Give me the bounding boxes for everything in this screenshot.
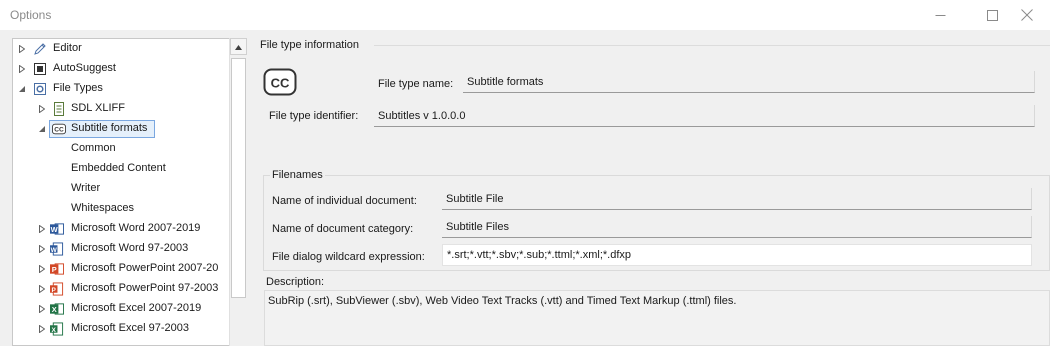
- tree-item-label: Embedded Content: [71, 162, 166, 174]
- powerpoint-icon: P: [50, 262, 64, 276]
- tree-item-excel-97[interactable]: X Microsoft Excel 97-2003: [13, 319, 231, 339]
- tree-item-label: SDL XLIFF: [71, 102, 125, 114]
- expand-caret-icon[interactable]: [37, 304, 47, 314]
- filenames-title: Filenames: [270, 169, 325, 181]
- expand-caret-icon[interactable]: [17, 44, 27, 54]
- field-value: Subtitles v 1.0.0.0: [378, 109, 466, 122]
- maximize-icon: [986, 9, 998, 21]
- tree-item-label: Whitespaces: [71, 202, 134, 214]
- tree-item-label: AutoSuggest: [53, 62, 116, 74]
- minimize-icon: [935, 10, 946, 21]
- close-icon: [1021, 9, 1033, 21]
- field-value: Subtitle formats: [467, 75, 544, 88]
- expand-caret-icon[interactable]: [37, 264, 47, 274]
- svg-text:CC: CC: [54, 127, 64, 134]
- autosuggest-icon: [33, 62, 47, 76]
- file-type-info-title: File type information: [260, 39, 360, 51]
- collapse-caret-icon[interactable]: [37, 124, 47, 134]
- category-name-field[interactable]: Subtitle Files: [442, 216, 1032, 238]
- svg-text:X: X: [52, 305, 57, 314]
- title-bar: Options: [0, 0, 1050, 30]
- expand-caret-icon[interactable]: [37, 244, 47, 254]
- tree-item-label: Editor: [53, 42, 82, 54]
- excel-icon: X: [50, 302, 64, 316]
- file-type-name-label: File type name:: [378, 78, 454, 90]
- tree-item-word-97[interactable]: W Microsoft Word 97-2003: [13, 239, 231, 259]
- section-divider: [374, 45, 1050, 46]
- scroll-thumb[interactable]: [231, 58, 246, 298]
- wildcard-field[interactable]: *.srt;*.vtt;*.sbv;*.sub;*.ttml;*.xml;*.d…: [442, 244, 1032, 266]
- svg-text:P: P: [52, 287, 57, 294]
- powerpoint-legacy-icon: P: [50, 282, 64, 296]
- file-type-identifier-label: File type identifier:: [269, 110, 359, 122]
- word-icon: W: [50, 222, 64, 236]
- pencil-icon: [33, 42, 47, 56]
- expand-caret-icon[interactable]: [37, 224, 47, 234]
- tree-item-label: Microsoft Excel 2007-2019: [71, 302, 202, 314]
- tree-item-label: Writer: [71, 182, 101, 194]
- svg-text:W: W: [51, 247, 58, 254]
- file-type-identifier-field[interactable]: Subtitles v 1.0.0.0: [374, 105, 1035, 127]
- description-label: Description:: [266, 276, 325, 288]
- tree-item-subtitle-formats[interactable]: CC Subtitle formats: [13, 119, 231, 139]
- subtitle-cc-icon: CC: [263, 68, 297, 96]
- tree-item-excel-2007[interactable]: X Microsoft Excel 2007-2019: [13, 299, 231, 319]
- tree-item-powerpoint-97[interactable]: P Microsoft PowerPoint 97-2003: [13, 279, 231, 299]
- svg-text:P: P: [52, 265, 57, 274]
- tree-item-common[interactable]: Common: [13, 139, 231, 159]
- minimize-button[interactable]: [917, 0, 963, 30]
- tree-item-label: Subtitle formats: [71, 122, 148, 134]
- options-tree[interactable]: Editor AutoSuggest File Types SDL XLIFF: [12, 38, 247, 346]
- xliff-icon: [52, 102, 66, 116]
- document-name-field[interactable]: Subtitle File: [442, 188, 1032, 210]
- excel-legacy-icon: X: [50, 322, 64, 336]
- tree-item-embedded-content[interactable]: Embedded Content: [13, 159, 231, 179]
- tree-item-word-2007[interactable]: W Microsoft Word 2007-2019: [13, 219, 231, 239]
- field-value: Subtitle File: [446, 192, 504, 205]
- tree-item-sdl-xliff[interactable]: SDL XLIFF: [13, 99, 231, 119]
- tree-item-label: Microsoft PowerPoint 97-2003: [71, 282, 219, 294]
- expand-caret-icon[interactable]: [17, 64, 27, 74]
- collapse-caret-icon[interactable]: [17, 84, 27, 94]
- settings-panel: File type information CC File type name:…: [252, 30, 1050, 346]
- tree-scrollbar[interactable]: [229, 38, 247, 346]
- category-name-label: Name of document category:: [272, 223, 414, 235]
- svg-text:CC: CC: [271, 76, 290, 91]
- scroll-up-arrow-icon: [235, 41, 242, 53]
- description-text: SubRip (.srt), SubViewer (.sbv), Web Vid…: [268, 295, 737, 307]
- word-legacy-icon: W: [50, 242, 64, 256]
- tree-item-editor[interactable]: Editor: [13, 39, 231, 59]
- svg-text:X: X: [52, 327, 57, 334]
- expand-caret-icon[interactable]: [37, 324, 47, 334]
- window-title: Options: [10, 8, 52, 22]
- cc-icon: CC: [52, 122, 66, 136]
- wildcard-label: File dialog wildcard expression:: [272, 251, 425, 263]
- filetypes-gear-icon: [33, 82, 47, 96]
- tree-item-label: Common: [71, 142, 116, 154]
- tree-item-label: Microsoft Word 2007-2019: [71, 222, 201, 234]
- tree-item-autosuggest[interactable]: AutoSuggest: [13, 59, 231, 79]
- scroll-up-button[interactable]: [230, 38, 247, 55]
- tree-item-file-types[interactable]: File Types: [13, 79, 231, 99]
- tree-item-whitespaces[interactable]: Whitespaces: [13, 199, 231, 219]
- field-value: Subtitle Files: [446, 220, 509, 233]
- tree-item-label: Microsoft Word 97-2003: [71, 242, 189, 254]
- file-type-name-field[interactable]: Subtitle formats: [463, 71, 1035, 93]
- svg-text:W: W: [51, 225, 59, 234]
- description-box[interactable]: SubRip (.srt), SubViewer (.sbv), Web Vid…: [264, 290, 1050, 346]
- tree-item-writer[interactable]: Writer: [13, 179, 231, 199]
- document-name-label: Name of individual document:: [272, 195, 417, 207]
- field-value: *.srt;*.vtt;*.sbv;*.sub;*.ttml;*.xml;*.d…: [447, 249, 631, 261]
- expand-caret-icon[interactable]: [37, 284, 47, 294]
- expand-caret-icon[interactable]: [37, 104, 47, 114]
- tree-item-label: File Types: [53, 82, 103, 94]
- tree-item-powerpoint-2007[interactable]: P Microsoft PowerPoint 2007-20: [13, 259, 231, 279]
- tree-item-label: Microsoft Excel 97-2003: [71, 322, 189, 334]
- tree-item-label: Microsoft PowerPoint 2007-20: [71, 262, 219, 274]
- close-button[interactable]: [1004, 0, 1050, 30]
